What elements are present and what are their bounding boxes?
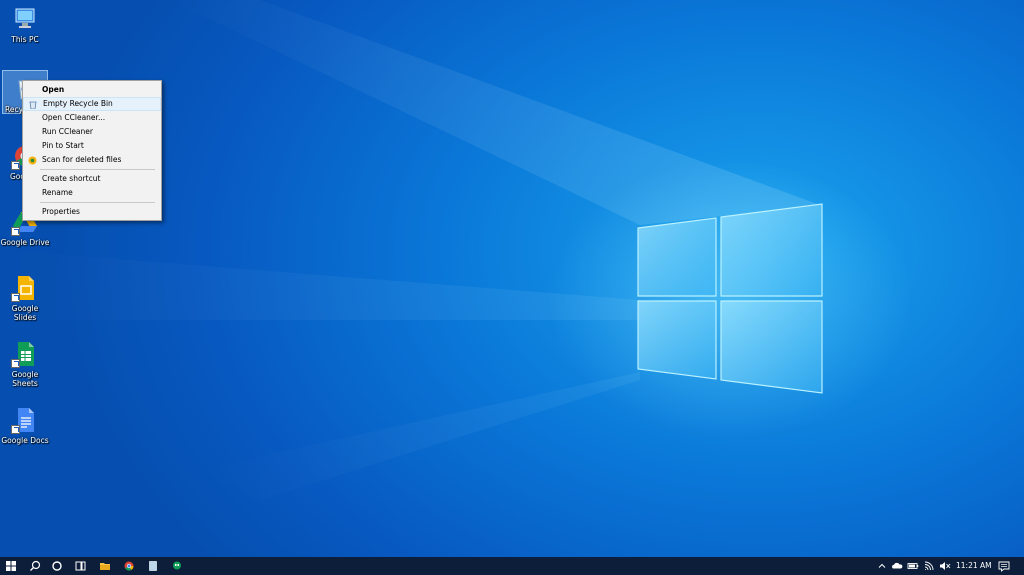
desktop-icon-label: Google Slides <box>11 304 39 322</box>
start-button[interactable] <box>2 557 20 575</box>
menu-item-run-ccleaner[interactable]: Run CCleaner <box>23 125 161 139</box>
menu-item-pin-to-start[interactable]: Pin to Start <box>23 139 161 153</box>
battery-tray[interactable] <box>906 557 920 575</box>
google-slides-icon <box>11 274 39 302</box>
task-view-button[interactable] <box>71 557 89 575</box>
google-docs-icon <box>11 406 39 434</box>
desktop-icon-label: Google Sheets <box>11 370 39 388</box>
folder-icon <box>100 563 110 570</box>
volume-tray[interactable] <box>938 557 952 575</box>
menu-item-scan-deleted-files[interactable]: Scan for deleted files <box>23 153 161 167</box>
shortcut-arrow-icon <box>11 227 20 236</box>
volume-muted-icon <box>940 562 951 570</box>
chevron-up-icon <box>878 563 886 568</box>
taskbar-chrome[interactable] <box>120 557 138 575</box>
onedrive-tray[interactable] <box>890 557 904 575</box>
menu-item-rename[interactable]: Rename <box>23 186 161 200</box>
google-sheets-icon <box>11 340 39 368</box>
desktop-icon-label: This PC <box>11 35 39 44</box>
chrome-icon <box>124 561 134 571</box>
wifi-tray[interactable] <box>922 557 936 575</box>
taskbar: 11:21 AM <box>0 557 1024 575</box>
menu-item-label: Empty Recycle Bin <box>43 99 113 108</box>
desktop-icon-google-docs[interactable]: Google Docs <box>0 406 50 445</box>
desktop-icon-google-sheets[interactable]: Google Sheets <box>0 340 50 388</box>
search-icon <box>30 560 41 571</box>
cloud-icon <box>892 562 903 569</box>
context-menu: Open Empty Recycle Bin Open CCleaner... … <box>22 80 162 221</box>
taskbar-file-explorer[interactable] <box>96 557 114 575</box>
hangouts-icon <box>173 561 181 570</box>
menu-item-empty-recycle-bin[interactable]: Empty Recycle Bin <box>23 97 161 111</box>
taskbar-clock[interactable]: 11:21 AM <box>956 557 992 575</box>
shortcut-arrow-icon <box>11 359 20 368</box>
menu-separator <box>40 202 155 203</box>
search-button[interactable] <box>26 557 44 575</box>
computer-icon <box>11 5 39 33</box>
menu-item-label: Scan for deleted files <box>42 155 122 164</box>
shortcut-arrow-icon <box>11 161 20 170</box>
desktop-icon-this-pc[interactable]: This PC <box>0 5 50 44</box>
task-view-icon <box>75 561 86 571</box>
show-hidden-icons-button[interactable] <box>876 557 888 575</box>
windows-logo-light <box>637 203 823 394</box>
taskbar-hangouts[interactable] <box>168 557 186 575</box>
battery-icon <box>907 563 919 569</box>
taskbar-notepad[interactable] <box>144 557 162 575</box>
shortcut-arrow-icon <box>11 293 20 302</box>
menu-separator <box>40 169 155 170</box>
wifi-icon <box>924 561 934 571</box>
menu-item-open-ccleaner[interactable]: Open CCleaner... <box>23 111 161 125</box>
menu-item-properties[interactable]: Properties <box>23 205 161 219</box>
shortcut-arrow-icon <box>11 425 20 434</box>
cortana-icon <box>52 561 62 571</box>
desktop-icon-label: Google Drive <box>0 238 50 247</box>
cortana-button[interactable] <box>48 557 66 575</box>
windows-start-icon <box>6 561 16 571</box>
desktop-icon-google-slides[interactable]: Google Slides <box>0 274 50 322</box>
menu-item-create-shortcut[interactable]: Create shortcut <box>23 172 161 186</box>
notification-icon <box>998 561 1010 572</box>
recuva-icon <box>28 156 37 165</box>
action-center-button[interactable] <box>996 557 1012 575</box>
recycle-bin-small-icon <box>29 101 37 110</box>
menu-item-open[interactable]: Open <box>23 83 161 97</box>
notepad-icon <box>149 561 157 571</box>
desktop-icon-label: Google Docs <box>1 436 49 445</box>
